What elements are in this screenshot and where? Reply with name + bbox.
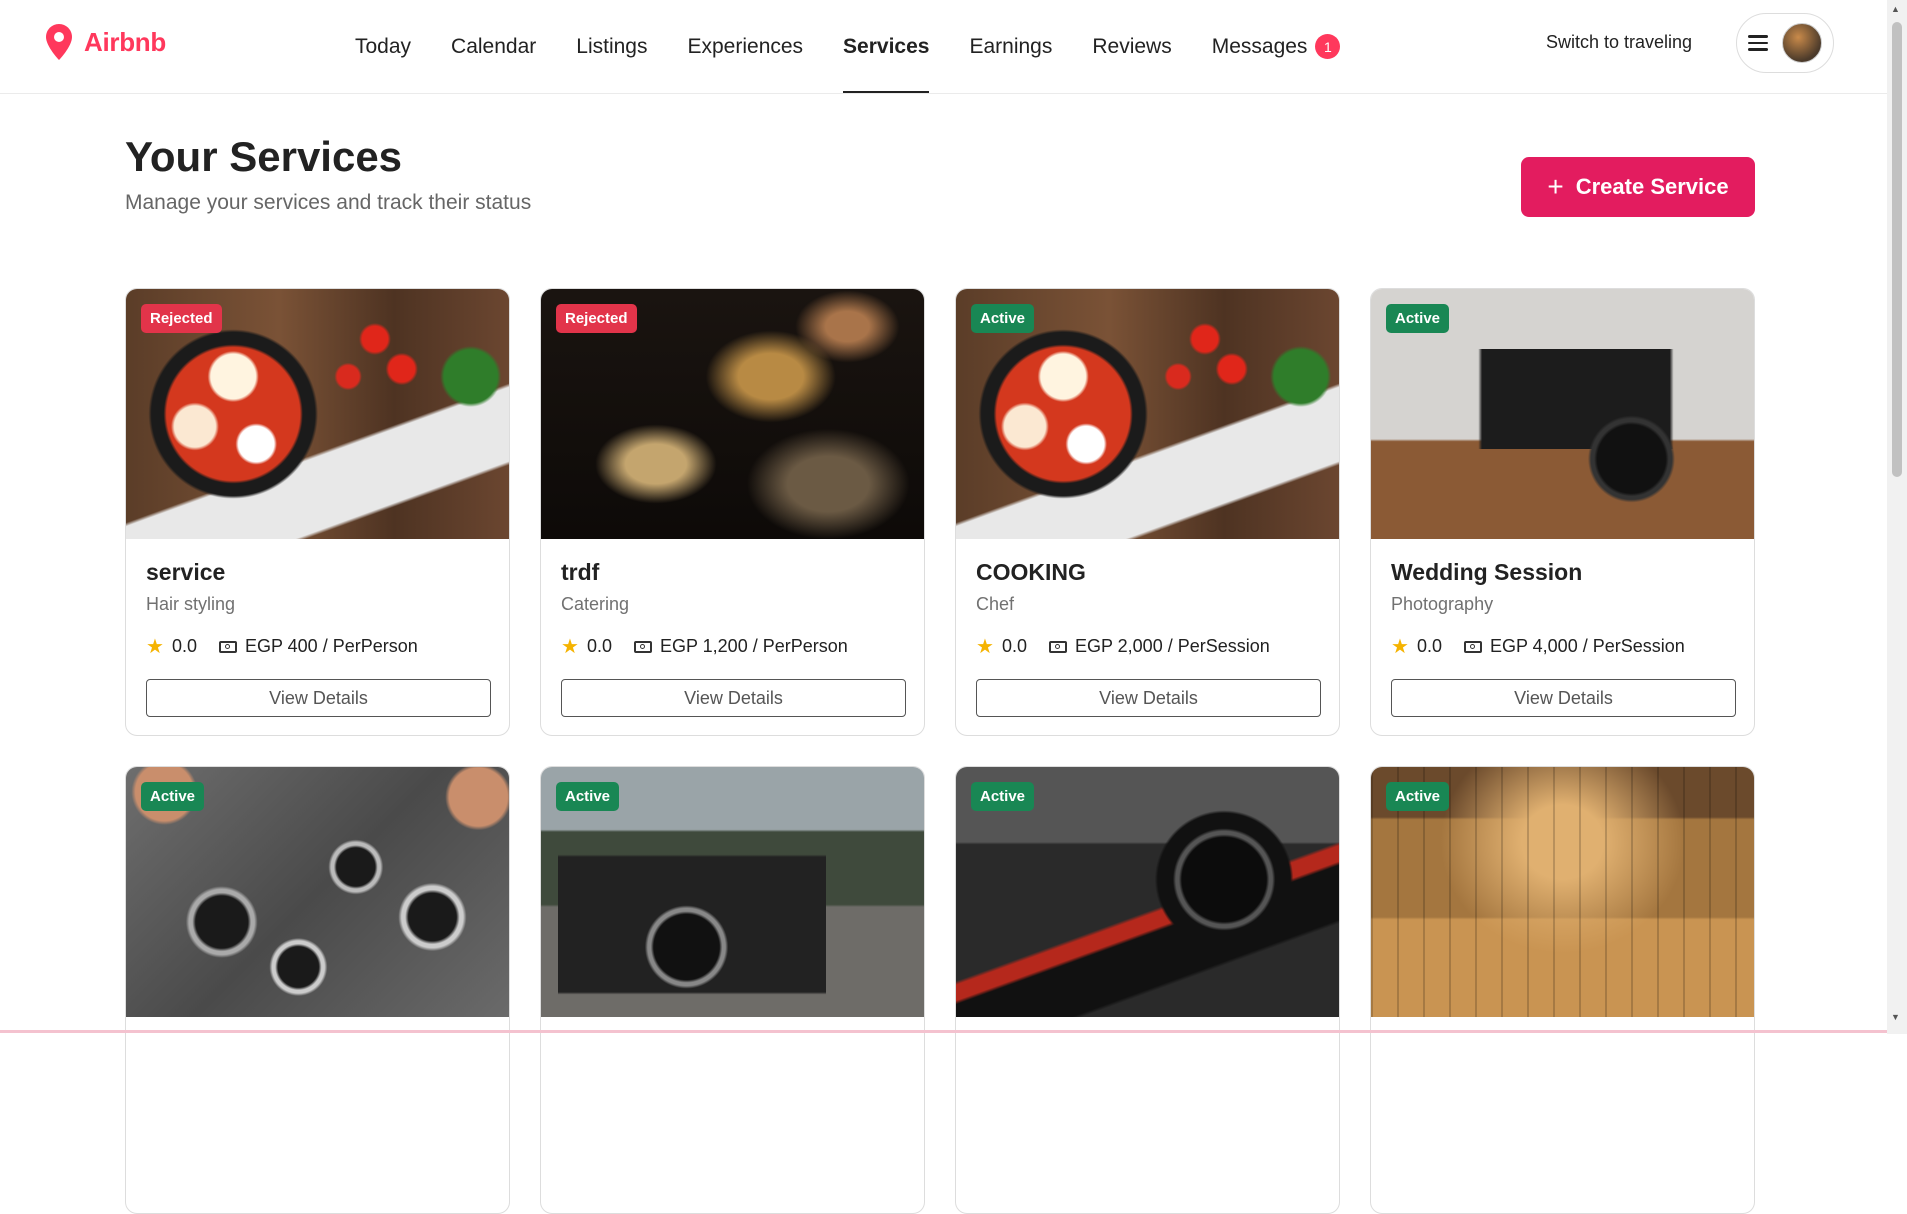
rating-value: 0.0 (1416, 636, 1442, 656)
service-card[interactable]: Active COOKING Chef ★ 0.0 EGP 2,000 / Pe… (955, 288, 1340, 736)
service-image: Active (1371, 289, 1754, 539)
status-badge: Active (1386, 304, 1450, 333)
service-card[interactable]: Rejected service Hair styling ★ 0.0 EGP … (125, 288, 510, 736)
nav-messages-label: Messages (1211, 34, 1308, 58)
service-category: Hair styling (146, 594, 236, 614)
service-category: Chef (976, 594, 1015, 614)
view-details-button[interactable]: View Details (561, 679, 906, 717)
star-icon: ★ (561, 636, 579, 658)
create-service-button[interactable]: + Create Service (1521, 157, 1755, 217)
airbnb-logo[interactable]: Airbnb (46, 24, 166, 60)
service-name: trdf (561, 559, 600, 585)
nav-services[interactable]: Services (843, 0, 930, 93)
service-image: Active (956, 767, 1339, 1017)
rating-value: 0.0 (171, 636, 197, 656)
service-card[interactable]: Active (1370, 766, 1755, 1214)
service-meta: ★ 0.0 EGP 4,000 / PerSession (1391, 634, 1734, 659)
service-card[interactable]: Active (955, 766, 1340, 1214)
price-value: EGP 4,000 / PerSession (1489, 636, 1685, 656)
service-image: Active (956, 289, 1339, 539)
rating-value: 0.0 (1001, 636, 1027, 656)
scroll-down-arrow-icon[interactable]: ▼ (1891, 1012, 1900, 1022)
status-badge: Active (141, 782, 205, 811)
view-details-button[interactable]: View Details (1391, 679, 1736, 717)
service-image: Active (126, 767, 509, 1017)
nav-experiences[interactable]: Experiences (687, 0, 803, 93)
brand-name: Airbnb (84, 26, 166, 57)
service-category: Catering (561, 594, 630, 614)
nav-calendar[interactable]: Calendar (451, 0, 536, 93)
service-image: Rejected (541, 289, 924, 539)
service-image: Rejected (126, 289, 509, 539)
view-details-button[interactable]: View Details (146, 679, 491, 717)
service-image: Active (541, 767, 924, 1017)
profile-menu-button[interactable] (1736, 13, 1834, 73)
status-badge: Active (1386, 782, 1450, 811)
service-card[interactable]: Active (540, 766, 925, 1214)
status-badge: Active (556, 782, 620, 811)
nav-earnings-label: Earnings (969, 34, 1053, 58)
services-grid: Rejected service Hair styling ★ 0.0 EGP … (125, 288, 1755, 1214)
service-category: Photography (1391, 594, 1494, 614)
price-value: EGP 400 / PerPerson (244, 636, 418, 656)
nav-experiences-label: Experiences (687, 34, 804, 58)
airbnb-pin-icon (46, 24, 72, 60)
status-badge: Active (971, 304, 1035, 333)
money-icon (633, 640, 652, 653)
star-icon: ★ (976, 636, 994, 658)
status-badge: Rejected (141, 304, 222, 333)
main-nav: Today Calendar Listings Experiences Serv… (355, 0, 1341, 93)
nav-listings[interactable]: Listings (576, 0, 647, 93)
create-service-label: Create Service (1575, 174, 1729, 199)
service-name: service (146, 559, 226, 585)
star-icon: ★ (1391, 636, 1409, 658)
service-meta: ★ 0.0 EGP 2,000 / PerSession (976, 634, 1319, 659)
view-details-button[interactable]: View Details (976, 679, 1321, 717)
plus-icon: + (1547, 171, 1564, 202)
money-icon (1048, 640, 1067, 653)
service-card[interactable]: Rejected trdf Catering ★ 0.0 EGP 1,200 /… (540, 288, 925, 736)
nav-messages[interactable]: Messages 1 (1212, 0, 1341, 93)
service-name: Wedding Session (1391, 559, 1583, 585)
top-navigation-bar: Airbnb Today Calendar Listings Experienc… (0, 0, 1887, 94)
service-card[interactable]: Active Wedding Session Photography ★ 0.0… (1370, 288, 1755, 736)
nav-calendar-label: Calendar (451, 34, 537, 58)
rating-value: 0.0 (586, 636, 612, 656)
nav-reviews-label: Reviews (1092, 34, 1172, 58)
money-icon (1463, 640, 1482, 653)
nav-earnings[interactable]: Earnings (969, 0, 1052, 93)
nav-listings-label: Listings (576, 34, 648, 58)
vertical-scrollbar[interactable]: ▲ ▼ (1887, 0, 1907, 1034)
nav-today-label: Today (355, 34, 412, 58)
service-card[interactable]: Active (125, 766, 510, 1214)
page-bottom-edge (0, 1030, 1887, 1033)
service-meta: ★ 0.0 EGP 400 / PerPerson (146, 634, 489, 659)
service-meta: ★ 0.0 EGP 1,200 / PerPerson (561, 634, 904, 659)
page-subtitle: Manage your services and track their sta… (125, 191, 532, 214)
nav-today[interactable]: Today (355, 0, 411, 93)
money-icon (218, 640, 237, 653)
price-value: EGP 2,000 / PerSession (1074, 636, 1270, 656)
page-title: Your Services (125, 133, 403, 180)
star-icon: ★ (146, 636, 164, 658)
messages-count-badge: 1 (1315, 34, 1341, 59)
service-name: COOKING (976, 559, 1086, 585)
switch-to-traveling-link[interactable]: Switch to traveling (1546, 32, 1692, 53)
avatar (1782, 23, 1822, 63)
scrollbar-thumb[interactable] (1892, 22, 1902, 477)
status-badge: Active (971, 782, 1035, 811)
nav-services-label: Services (843, 34, 930, 58)
status-badge: Rejected (556, 304, 637, 333)
scroll-up-arrow-icon[interactable]: ▲ (1891, 4, 1900, 14)
service-image: Active (1371, 767, 1754, 1017)
nav-reviews[interactable]: Reviews (1092, 0, 1171, 93)
price-value: EGP 1,200 / PerPerson (659, 636, 848, 656)
hamburger-menu-icon (1748, 35, 1768, 51)
